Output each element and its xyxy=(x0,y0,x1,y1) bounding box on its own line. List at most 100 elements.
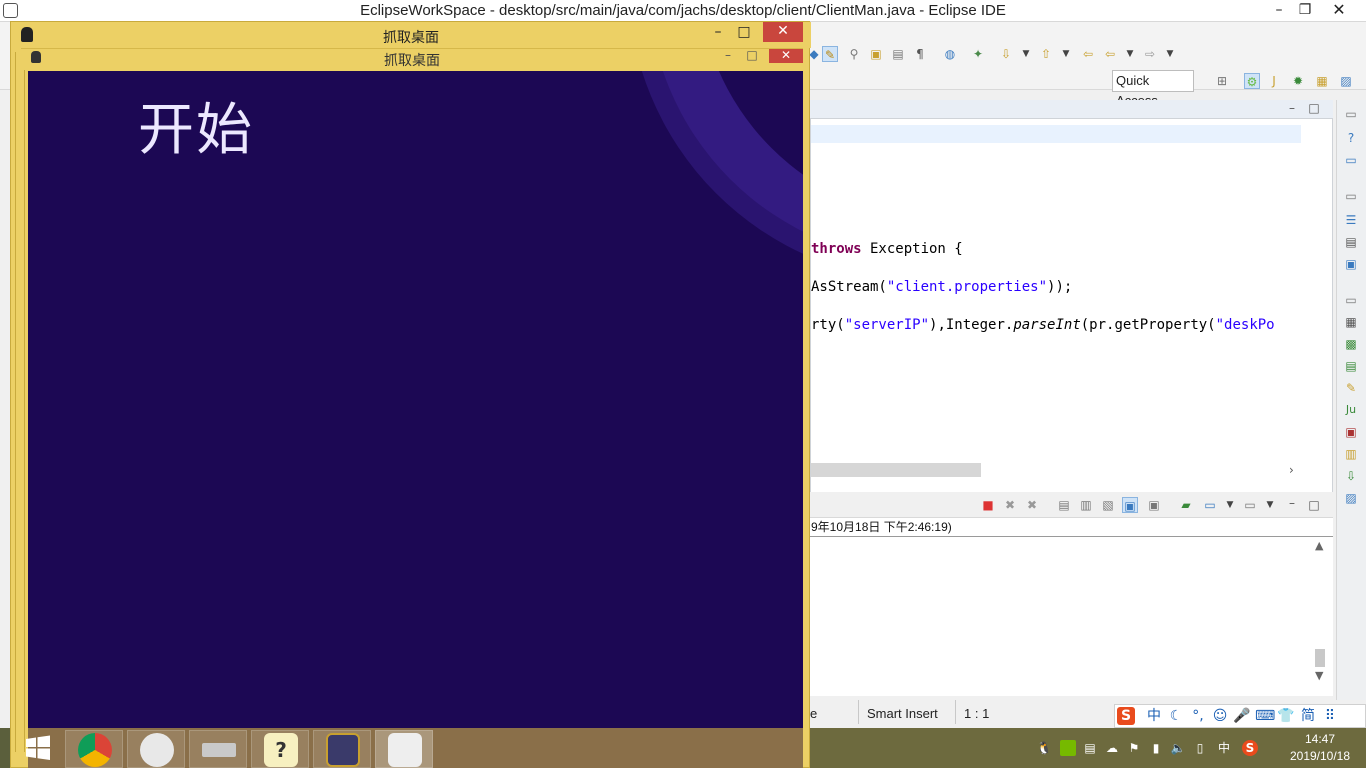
debug-perspective-icon[interactable]: ✹ xyxy=(1290,73,1306,89)
battery-icon[interactable]: ▯ xyxy=(1192,740,1208,756)
taskbar-tomcat[interactable] xyxy=(127,730,185,768)
restore-icon[interactable]: ▭ xyxy=(1343,188,1359,204)
quick-access-input[interactable]: Quick Access xyxy=(1112,70,1194,108)
pin-console-icon[interactable]: ▰ xyxy=(1178,497,1194,513)
junit-icon[interactable]: Ju xyxy=(1343,402,1359,418)
toolbar-icon[interactable]: ✦ xyxy=(970,46,986,62)
remote-maximize-button[interactable]: □ xyxy=(727,22,761,42)
network-icon[interactable]: ▮ xyxy=(1148,740,1164,756)
chevron-down-icon[interactable]: ▼ xyxy=(1262,497,1278,513)
git-perspective-icon[interactable]: ▦ xyxy=(1314,73,1330,89)
restore-icon[interactable]: ▭ xyxy=(1343,292,1359,308)
chevron-down-icon[interactable]: ▼ xyxy=(1222,497,1238,513)
code-line[interactable]: AsStream("client.properties")); xyxy=(811,279,1072,295)
globe-icon[interactable]: ◍ xyxy=(942,46,958,62)
outline-icon[interactable]: ☰ xyxy=(1343,212,1359,228)
back-arrow-icon[interactable]: ⇦ xyxy=(1102,46,1118,62)
ime-keyboard-icon[interactable]: ⌨ xyxy=(1255,707,1275,725)
nvidia-icon[interactable] xyxy=(1060,740,1076,756)
markers-icon[interactable]: ▦ xyxy=(1343,314,1359,330)
remote-start-screen[interactable]: 开始 xyxy=(28,71,803,728)
security-icon[interactable]: ⚑ xyxy=(1126,740,1142,756)
show-error-icon[interactable]: ▣ xyxy=(1146,497,1162,513)
captured-maximize-button[interactable]: □ xyxy=(735,45,769,62)
sogou-logo-icon[interactable]: S xyxy=(1117,707,1135,725)
input-language-indicator[interactable]: 中 xyxy=(1216,740,1232,756)
open-perspective-icon[interactable]: ⊞ xyxy=(1214,73,1230,89)
remote-close-button[interactable]: ✕ xyxy=(763,22,803,42)
problems-icon[interactable]: ▣ xyxy=(1343,424,1359,440)
ime-emoji-icon[interactable]: ☺ xyxy=(1211,707,1229,725)
eclipse-maximize-button[interactable]: ❐ xyxy=(1288,0,1322,22)
scroll-down-icon[interactable]: ▼ xyxy=(1315,669,1323,682)
captured-close-button[interactable]: ✕ xyxy=(769,49,803,63)
java-ee-perspective-icon[interactable]: ⚙ xyxy=(1244,73,1260,89)
chevron-down-icon[interactable]: ▼ xyxy=(1162,46,1178,62)
qq-icon[interactable]: 🐧 xyxy=(1036,740,1052,756)
restore-icon[interactable]: ▭ xyxy=(1343,106,1359,122)
scroll-lock-icon[interactable]: ▥ xyxy=(1078,497,1094,513)
clear-console-icon[interactable]: ▤ xyxy=(1056,497,1072,513)
taskbar-chrome[interactable] xyxy=(65,730,123,768)
remove-all-icon[interactable]: ✖ xyxy=(1024,497,1040,513)
console-scroll-thumb[interactable] xyxy=(1315,649,1325,667)
servers-icon[interactable]: ▩ xyxy=(1343,336,1359,352)
ime-symbol-icon[interactable]: °, xyxy=(1189,707,1207,725)
chevron-down-icon[interactable]: ▼ xyxy=(1122,46,1138,62)
prev-annotation-icon[interactable]: ⇧ xyxy=(1038,46,1054,62)
back-icon[interactable]: ⇦ xyxy=(1080,46,1096,62)
display-icon[interactable]: ▤ xyxy=(1082,740,1098,756)
next-annotation-icon[interactable]: ⇩ xyxy=(998,46,1014,62)
terminate-icon[interactable]: ■ xyxy=(980,497,996,513)
clock[interactable]: 14:47 2019/10/18 xyxy=(1284,731,1356,765)
data-source-icon[interactable]: ▤ xyxy=(1343,358,1359,374)
maximize-icon[interactable]: □ xyxy=(1306,497,1322,513)
eclipse-close-button[interactable]: ✕ xyxy=(1322,0,1356,22)
java-perspective-icon[interactable]: J xyxy=(1266,73,1282,89)
volume-icon[interactable]: 🔈 xyxy=(1170,740,1186,756)
toolbar-icon[interactable]: ▣ xyxy=(868,46,884,62)
perspective-icon[interactable]: ▨ xyxy=(1338,73,1354,89)
code-line[interactable]: rty("serverIP"),Integer.parseInt(pr.getP… xyxy=(811,317,1275,333)
taskbar-remote-desktop[interactable] xyxy=(375,730,433,768)
code-line[interactable]: throws Exception { xyxy=(811,241,963,257)
console-view-icon[interactable]: ▣ xyxy=(1343,256,1359,272)
snippets-icon[interactable]: ✎ xyxy=(1343,380,1359,396)
ime-punct-icon[interactable]: ☾ xyxy=(1167,707,1185,725)
sogou-tray-icon[interactable]: S xyxy=(1242,740,1258,756)
windows-start-icon[interactable] xyxy=(24,734,54,764)
show-console-icon[interactable]: ▣ xyxy=(1122,497,1138,513)
ime-skin-icon[interactable]: 👕 xyxy=(1277,707,1295,725)
scroll-up-icon[interactable]: ▲ xyxy=(1315,539,1323,552)
toolbar-highlight-icon[interactable]: ✎ xyxy=(822,46,838,62)
taskbar-drive[interactable] xyxy=(189,730,247,768)
toolbar-icon[interactable]: ⚲ xyxy=(846,46,862,62)
search-view-icon[interactable]: ▥ xyxy=(1343,446,1359,462)
chevron-down-icon[interactable]: ▼ xyxy=(1058,46,1074,62)
ime-simplified-icon[interactable]: 简 xyxy=(1299,707,1317,725)
chevron-down-icon[interactable]: ▼ xyxy=(1018,46,1034,62)
console-output[interactable]: ▲ ▼ xyxy=(810,536,1333,696)
progress-icon[interactable]: ⇩ xyxy=(1343,468,1359,484)
ime-menu-icon[interactable]: ⠿ xyxy=(1321,707,1339,725)
editor-vertical-scrollbar[interactable] xyxy=(1316,125,1330,455)
view-icon[interactable]: ▨ xyxy=(1343,490,1359,506)
taskbar-javaee-ide[interactable] xyxy=(313,730,371,768)
toolbar-icon[interactable]: ▤ xyxy=(890,46,906,62)
minimize-icon[interactable]: – xyxy=(1284,100,1300,116)
pilcrow-icon[interactable]: ¶ xyxy=(912,46,928,62)
display-console-icon[interactable]: ▭ xyxy=(1202,497,1218,513)
ime-chinese-mode[interactable]: 中 xyxy=(1145,707,1163,725)
word-wrap-icon[interactable]: ▧ xyxy=(1100,497,1116,513)
java-editor[interactable]: throws Exception { AsStream("client.prop… xyxy=(810,118,1333,510)
remove-launch-icon[interactable]: ✖ xyxy=(1002,497,1018,513)
help-icon[interactable]: ? xyxy=(1343,130,1359,146)
editor-horizontal-scrollbar-thumb[interactable] xyxy=(811,463,981,477)
taskbar-help[interactable]: ? xyxy=(251,730,309,768)
scroll-right-icon[interactable]: › xyxy=(1289,463,1294,477)
view-icon[interactable]: ▭ xyxy=(1343,152,1359,168)
ime-voice-icon[interactable]: 🎤 xyxy=(1233,707,1251,725)
cloud-icon[interactable]: ☁ xyxy=(1104,740,1120,756)
forward-arrow-icon[interactable]: ⇨ xyxy=(1142,46,1158,62)
task-list-icon[interactable]: ▤ xyxy=(1343,234,1359,250)
